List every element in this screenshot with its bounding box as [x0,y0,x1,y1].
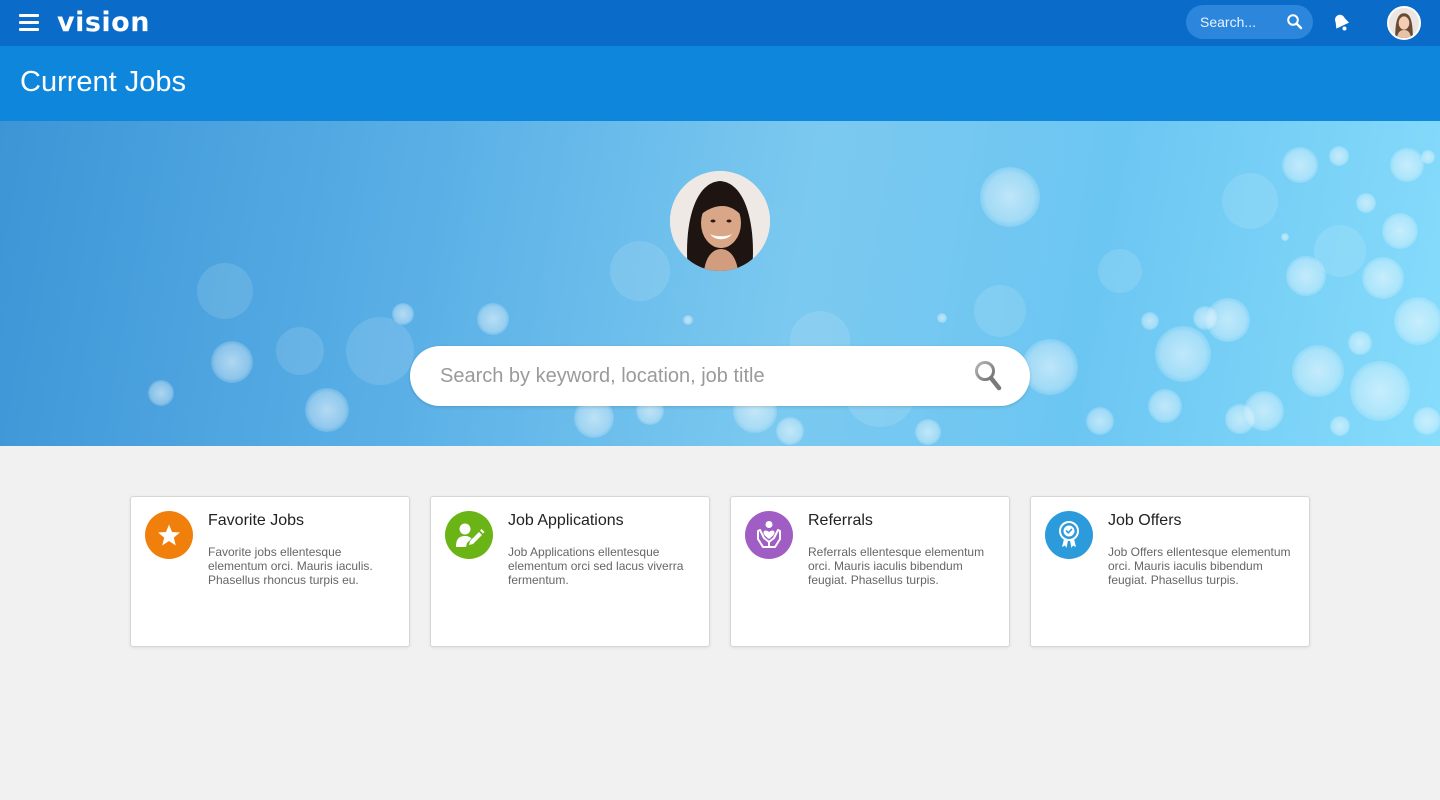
star-icon [158,524,180,546]
user-avatar[interactable] [1387,6,1421,40]
card-description: Job Applications ellentesque elementum o… [508,545,684,587]
award-ribbon-icon [1059,521,1079,548]
card-description: Referrals ellentesque elementum orci. Ma… [808,545,985,587]
referrals-card[interactable]: Referrals Referrals ellentesque elementu… [730,496,1010,647]
card-title: Job Applications [508,512,624,529]
page-title: Current Jobs [20,66,187,98]
card-icon-badge [145,511,193,559]
card-title: Favorite Jobs [208,512,305,529]
bell-icon[interactable] [1329,10,1353,34]
card-icon-badge [745,511,793,559]
hero-banner [0,121,1440,446]
search-icon[interactable] [973,358,1007,394]
hamburger-menu-icon[interactable] [19,14,39,32]
card-icon-badge [1045,511,1093,559]
profile-photo [670,171,770,271]
top-navigation-bar: vision Search... [0,0,1440,46]
card-description: Job Offers ellentesque elementum orci. M… [1108,545,1291,587]
search-icon[interactable] [1286,13,1304,31]
top-search-input[interactable]: Search... [1200,14,1256,30]
card-title: Referrals [808,512,873,529]
job-applications-card[interactable]: Job Applications Job Applications ellent… [430,496,710,647]
card-description: Favorite jobs ellentesque elementum orci… [208,545,373,587]
card-icon-badge [445,511,493,559]
top-search-box[interactable]: Search... [1186,5,1313,39]
app-logo[interactable]: vision [57,6,150,40]
job-offers-card[interactable]: Job Offers Job Offers ellentesque elemen… [1030,496,1310,647]
job-search-bar[interactable] [410,346,1030,406]
card-title: Job Offers [1108,512,1182,529]
user-edit-icon [456,523,485,547]
hands-heart-icon [757,521,781,548]
job-search-input[interactable] [440,346,960,406]
page-header: Current Jobs [0,46,1440,121]
favorite-jobs-card[interactable]: Favorite Jobs Favorite jobs ellentesque … [130,496,410,647]
